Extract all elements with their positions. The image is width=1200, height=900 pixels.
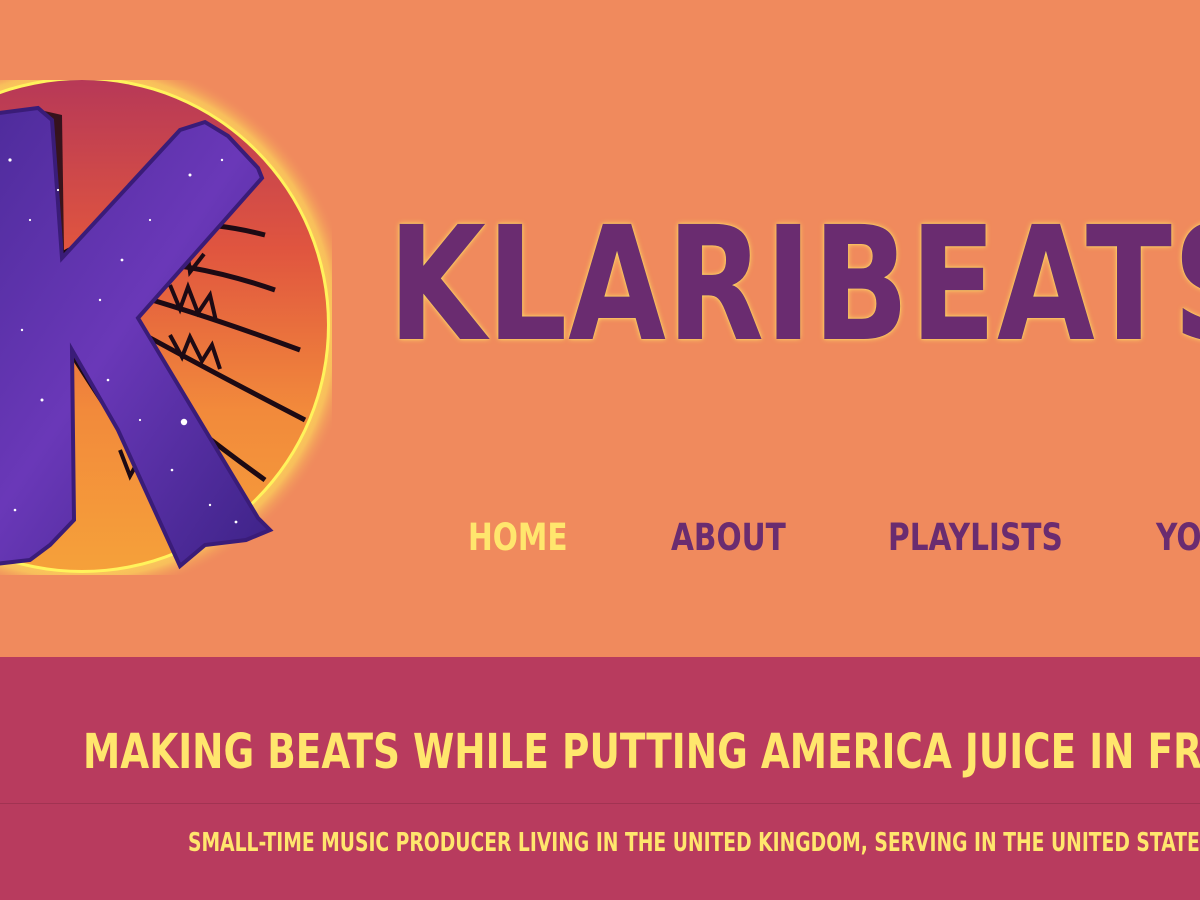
- hero-tagline: SMALL-TIME MUSIC PRODUCER LIVING IN THE …: [188, 828, 1200, 858]
- hero-headline: MAKING BEATS WHILE PUTTING AMERICA JUICE…: [83, 724, 1200, 780]
- nav-item-you[interactable]: YOU: [1156, 510, 1200, 566]
- nav-item-about[interactable]: ABOUT: [671, 510, 786, 566]
- klaribeats-logo-icon[interactable]: [0, 80, 332, 575]
- site-header: KLARIBEATS HOME ABOUT PLAYLISTS YOU: [0, 0, 1200, 657]
- nav-item-playlists[interactable]: PLAYLISTS: [888, 510, 1063, 566]
- nav-item-home[interactable]: HOME: [468, 510, 568, 566]
- site-title[interactable]: KLARIBEATS: [388, 206, 1200, 364]
- main-nav: HOME ABOUT PLAYLISTS YOU: [0, 510, 1200, 570]
- hero-band: MAKING BEATS WHILE PUTTING AMERICA JUICE…: [0, 657, 1200, 900]
- section-divider: [0, 803, 1200, 804]
